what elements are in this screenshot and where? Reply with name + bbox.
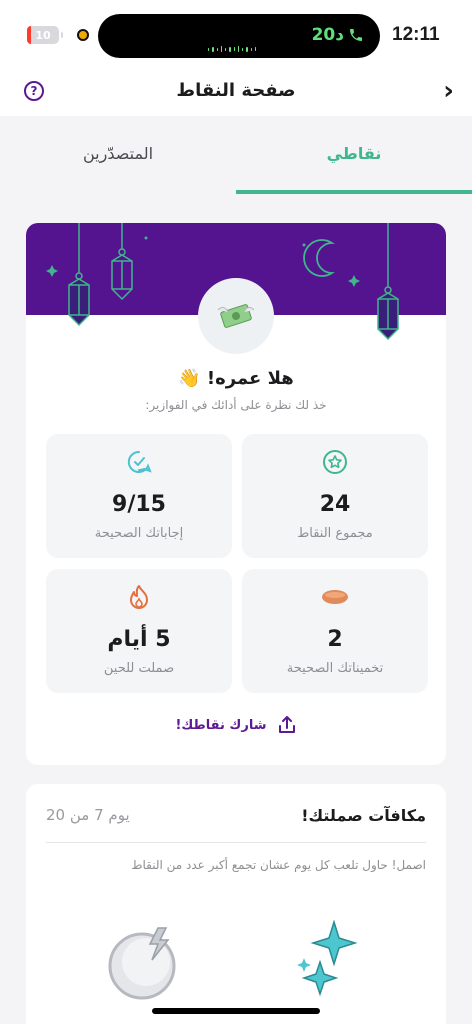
audio-wave-icon: [208, 45, 256, 53]
lantern-icon: [68, 223, 90, 327]
page-title: صفحة النقاط: [176, 80, 296, 101]
divider: [46, 842, 426, 843]
stat-value: 24: [319, 492, 351, 517]
active-tab-indicator: [236, 190, 472, 194]
streak-card-title: مكافآت صملتك!: [301, 806, 426, 825]
moon-icon: [303, 239, 335, 277]
battery-indicator: 10: [27, 26, 63, 44]
battery-level: 10: [35, 28, 51, 42]
stat-streak-days: 5 أيام صملت للحين: [46, 569, 232, 693]
stat-label: صملت للحين: [103, 661, 175, 676]
home-indicator[interactable]: [152, 1008, 320, 1014]
bean-icon: [322, 590, 348, 604]
lantern-icon: [111, 223, 133, 301]
share-label: شارك نقاطك!: [175, 717, 267, 733]
dynamic-island[interactable]: 20د: [98, 14, 380, 58]
call-indicator: 20د: [312, 25, 364, 45]
share-points-button[interactable]: شارك نقاطك!: [26, 715, 446, 735]
lantern-icon: [377, 223, 399, 341]
greeting-text: هلا عمره! 👋: [178, 368, 294, 389]
stat-correct-guesses: 2 تخميناتك الصحيحة: [242, 569, 428, 693]
moon-lightning-icon: [108, 927, 176, 1000]
streak-card-description: اصمل! حاول تلعب كل يوم عشان تجمع أكبر عد…: [131, 858, 426, 872]
streak-rewards-card: مكافآت صملتك! يوم 7 من 20 اصمل! حاول تلع…: [26, 784, 446, 1024]
tab-bar: المتصدّرين نقاطي: [0, 116, 472, 196]
tab-leaderboard[interactable]: المتصدّرين: [0, 144, 236, 163]
status-bar: 10 20د 12:11: [0, 0, 472, 70]
streak-day-counter: يوم 7 من 20: [46, 806, 130, 824]
call-duration: 20د: [311, 25, 344, 45]
camera-indicator-icon: [77, 29, 89, 41]
stat-value: 2: [327, 627, 343, 652]
share-icon: [278, 716, 295, 733]
points-summary-card: هلا عمره! 👋 خذ لك نظرة على أدائك في الفو…: [26, 223, 446, 765]
chat-check-icon: [127, 450, 152, 473]
greeting-subtitle: خذ لك نظرة على أدائك في الفوازير:: [145, 398, 327, 412]
back-chevron-icon[interactable]: ›: [443, 76, 454, 106]
page-header: ? صفحة النقاط ›: [0, 70, 472, 116]
stat-correct-answers: 9/15 إجاباتك الصحيحة: [46, 434, 232, 558]
clock: 12:11: [392, 24, 440, 45]
tab-my-points[interactable]: نقاطي: [236, 144, 472, 163]
stat-total-points: 24 مجموع النقاط: [242, 434, 428, 558]
stat-value: 5 أيام: [107, 627, 171, 652]
sparkles-icon: [297, 920, 358, 997]
money-icon: [198, 278, 274, 354]
phone-icon: [350, 29, 362, 41]
stat-value: 9/15: [112, 492, 166, 517]
star-badge-icon: [323, 450, 347, 474]
stat-label: تخميناتك الصحيحة: [286, 661, 384, 676]
flame-icon: [130, 585, 148, 609]
stat-label: إجاباتك الصحيحة: [94, 526, 184, 541]
stat-label: مجموع النقاط: [297, 526, 373, 541]
